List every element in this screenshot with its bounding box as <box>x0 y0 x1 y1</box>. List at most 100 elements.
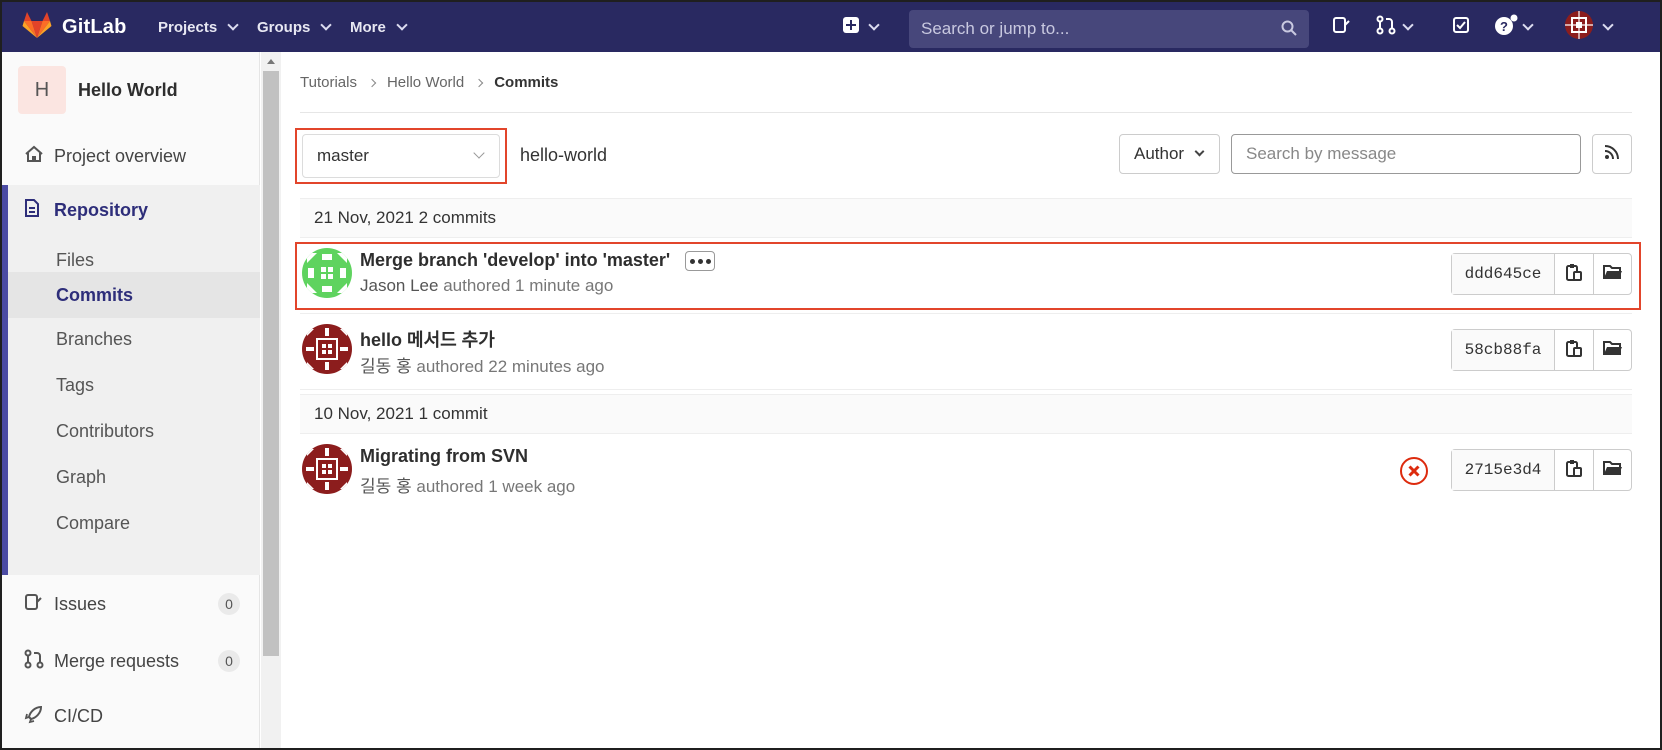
help-nav-button[interactable]: ? <box>1494 2 1534 52</box>
commit-day-header: 21 Nov, 2021 2 commits <box>300 198 1632 238</box>
commit-search-placeholder: Search by message <box>1246 144 1397 163</box>
sidebar-item-project-overview[interactable]: Project overview <box>2 134 260 178</box>
commit-message-search-input[interactable]: Search by message <box>1231 134 1581 174</box>
help-question-icon: ? <box>1494 14 1518 41</box>
project-sidebar: H Hello World Project overview Repositor… <box>2 52 260 748</box>
authored-label: authored <box>416 357 484 376</box>
sidebar-item-label: CI/CD <box>54 705 103 726</box>
chevron-down-icon <box>396 19 408 31</box>
chevron-down-icon <box>320 19 333 31</box>
new-item-dropdown[interactable] <box>842 2 880 52</box>
folder-open-icon <box>1602 460 1623 481</box>
sidebar-subitem-commits[interactable]: Commits <box>8 272 260 318</box>
commit-time: 1 week ago <box>488 477 576 496</box>
commit-row[interactable]: hello 메서드 추가 길동 홍 authored 22 minutes ag… <box>300 314 1632 390</box>
global-search-placeholder: Search or jump to... <box>921 19 1070 38</box>
commit-sha[interactable]: 58cb88fa <box>1452 330 1555 370</box>
commit-row[interactable]: Migrating from SVN 길동 홍 authored 1 week … <box>300 434 1632 510</box>
chevron-down-icon <box>1522 19 1534 31</box>
issues-count-badge: 0 <box>218 593 240 615</box>
repo-path: hello-world <box>520 145 608 165</box>
sidebar-subitem-graph[interactable]: Graph <box>2 454 260 500</box>
project-avatar: H <box>18 66 66 114</box>
author-filter-label: Author <box>1134 144 1185 163</box>
clipboard-icon <box>1566 459 1582 482</box>
commit-author[interactable]: 길동 홍 <box>360 357 412 376</box>
sidebar-subitem-tags[interactable]: Tags <box>2 362 260 408</box>
merge-requests-nav-button[interactable] <box>1376 2 1414 52</box>
author-avatar[interactable] <box>302 444 352 494</box>
branch-select-value: master <box>317 146 369 165</box>
folder-open-icon <box>1602 340 1623 361</box>
sidebar-subitem-contributors[interactable]: Contributors <box>2 408 260 454</box>
author-avatar[interactable] <box>302 324 352 374</box>
sidebar-item-ci-cd[interactable]: CI/CD <box>2 694 260 738</box>
breadcrumb-commits[interactable]: Commits <box>494 74 558 91</box>
rocket-icon <box>24 704 44 729</box>
sidebar-subitem-label: Branches <box>56 328 133 349</box>
copy-sha-button[interactable] <box>1555 450 1593 490</box>
branch-select[interactable]: master <box>302 134 500 178</box>
chevron-down-icon <box>1402 19 1414 31</box>
sidebar-subitem-label: Graph <box>56 466 107 487</box>
breadcrumb-hello-world[interactable]: Hello World <box>387 74 464 91</box>
issues-icon <box>24 593 42 616</box>
scroll-up-arrow-icon[interactable] <box>267 59 275 64</box>
more-menu[interactable]: More <box>350 2 408 52</box>
sidebar-subitem-label: Commits <box>56 284 134 305</box>
top-navbar: GitLab Projects Groups More Search or ju… <box>2 2 1660 52</box>
plus-square-icon <box>842 16 860 39</box>
authored-label: authored <box>416 477 484 496</box>
browse-files-button[interactable] <box>1593 450 1631 490</box>
clipboard-icon <box>1566 339 1582 362</box>
merge-request-icon <box>1376 15 1396 40</box>
commit-sha-group: 2715e3d4 <box>1451 449 1632 491</box>
more-menu-label: More <box>350 18 386 36</box>
merge-requests-count-badge: 0 <box>218 650 240 672</box>
browse-files-button[interactable] <box>1593 330 1631 370</box>
header-divider <box>300 112 1632 113</box>
sidebar-subitem-label: Tags <box>56 374 95 395</box>
project-header[interactable]: H Hello World <box>18 66 178 114</box>
global-search-input[interactable]: Search or jump to... <box>909 10 1309 48</box>
commit-day-header: 10 Nov, 2021 1 commit <box>300 394 1632 434</box>
user-avatar-icon <box>1564 10 1594 45</box>
author-filter-dropdown[interactable]: Author <box>1119 134 1220 174</box>
sidebar-subitem-label: Compare <box>56 512 131 533</box>
gitlab-logo-icon <box>22 11 52 44</box>
sidebar-item-issues[interactable]: Issues 0 <box>2 582 260 626</box>
search-icon <box>1281 20 1297 41</box>
commit-meta: 길동 홍 authored 22 minutes ago <box>360 352 605 377</box>
copy-sha-button[interactable] <box>1555 330 1593 370</box>
rss-feed-button[interactable] <box>1592 134 1632 174</box>
project-name: Hello World <box>78 79 178 100</box>
commit-sha[interactable]: 2715e3d4 <box>1452 450 1555 490</box>
commit-row-highlight <box>295 242 1641 310</box>
commit-time: 22 minutes ago <box>488 357 605 376</box>
sidebar-item-merge-requests[interactable]: Merge requests 0 <box>2 639 260 683</box>
gitlab-brand[interactable]: GitLab <box>22 2 127 52</box>
todos-nav-button[interactable] <box>1452 2 1470 52</box>
svg-text:?: ? <box>1500 19 1508 34</box>
todo-check-icon <box>1452 16 1470 39</box>
pipeline-failed-status-icon[interactable] <box>1399 456 1429 486</box>
commit-sha-group: 58cb88fa <box>1451 329 1632 371</box>
projects-menu[interactable]: Projects <box>158 2 239 52</box>
commit-title[interactable]: Migrating from SVN <box>360 446 528 467</box>
issues-icon <box>1332 16 1350 39</box>
chevron-down-icon <box>868 19 880 31</box>
sidebar-subitem-label: Files <box>56 249 95 270</box>
breadcrumb-tutorials[interactable]: Tutorials <box>300 74 357 91</box>
commit-author[interactable]: 길동 홍 <box>360 477 412 496</box>
brand-name: GitLab <box>62 15 127 38</box>
sidebar-item-repository[interactable]: Repository <box>2 185 260 235</box>
user-menu[interactable] <box>1564 2 1614 52</box>
sidebar-scrollbar-thumb[interactable] <box>263 71 279 656</box>
chevron-down-icon <box>227 19 239 31</box>
issues-nav-button[interactable] <box>1332 2 1350 52</box>
commit-title[interactable]: hello 메서드 추가 <box>360 326 495 352</box>
sidebar-item-label: Repository <box>54 199 149 220</box>
sidebar-subitem-branches[interactable]: Branches <box>2 316 260 362</box>
sidebar-subitem-compare[interactable]: Compare <box>2 500 260 546</box>
groups-menu[interactable]: Groups <box>257 2 333 52</box>
